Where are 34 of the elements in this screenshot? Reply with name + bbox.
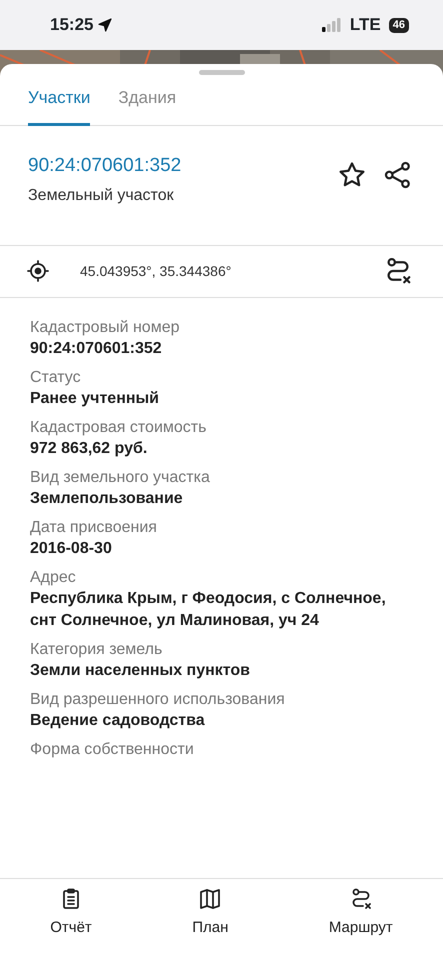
share-icon[interactable] <box>383 160 413 190</box>
field-value: 2016-08-30 <box>30 538 113 558</box>
battery-level: 46 <box>388 18 409 32</box>
cadastral-number: 90:24:070601:352 <box>28 154 182 178</box>
field-value: Землепользование <box>30 488 184 508</box>
field-value: Ведение садоводства <box>30 710 206 730</box>
nav-button[interactable]: План <box>192 879 228 953</box>
star-icon[interactable] <box>337 160 367 190</box>
field-value: Республика Крым, г Феодосия, с Солнечное, снт Солнечное, ул Малиновая, уч 24 <box>30 588 387 630</box>
field-label: Форма собственности <box>30 740 195 760</box>
nav-button[interactable]: Отчёт <box>50 879 92 953</box>
field-label: Кадастровая стоимость <box>30 418 208 438</box>
field-value: 972 863,62 руб. <box>30 438 148 458</box>
plan-icon <box>198 887 222 911</box>
field-label: Адрес <box>30 568 77 588</box>
clock-time: 15:25 <box>50 14 94 36</box>
coordinates: 45.043953°, 35.344386° <box>80 262 232 280</box>
locate-icon[interactable] <box>26 259 50 283</box>
nav-button[interactable]: Маршрут <box>328 879 393 953</box>
field-label: Кадастровый номер <box>30 318 180 338</box>
field-label: Статус <box>30 368 82 388</box>
tab[interactable]: Участки <box>28 75 90 126</box>
field-value: 90:24:070601:352 <box>30 338 163 358</box>
field-label: Дата присвоения <box>30 518 158 538</box>
field-label: Категория земель <box>30 640 164 660</box>
drag-handle[interactable] <box>198 70 244 75</box>
field-label: Вид разрешенного использования <box>30 690 286 710</box>
field-value: Ранее учтенный <box>30 388 160 408</box>
field-label: Вид земельного участка <box>30 468 211 488</box>
network-label: LTE <box>350 14 381 36</box>
field-value: Земли населенных пунктов <box>30 660 252 680</box>
location-arrow-icon <box>97 17 114 33</box>
parcel-type: Земельный участок <box>28 186 175 206</box>
signal-icon <box>322 18 342 32</box>
